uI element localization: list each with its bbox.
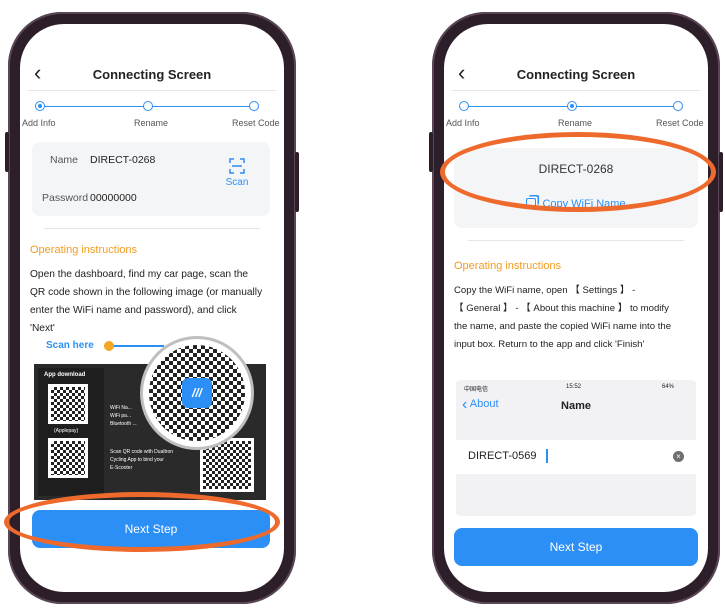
credentials-card: Name DIRECT-0268 Password 00000000 Scan	[32, 142, 270, 216]
highlight-oval	[4, 492, 280, 552]
app-download-panel: App download (Applepay)	[38, 368, 104, 496]
step-indicator: Add Info Rename Reset Code	[444, 100, 708, 134]
volume-button	[429, 132, 433, 172]
applepay-label: (Applepay)	[54, 428, 79, 434]
step-line	[464, 106, 572, 107]
step-label-rename: Rename	[134, 118, 169, 128]
instruction-line: 'Next'	[30, 323, 55, 334]
app-logo-icon: ///	[182, 378, 212, 408]
scan-here-dot	[104, 341, 114, 351]
page-title: Connecting Screen	[516, 66, 636, 82]
clear-icon: ×	[673, 451, 684, 462]
step-dot-active	[35, 101, 45, 111]
instructions-text: Open the dashboard, find my car page, sc…	[30, 266, 280, 338]
qr-info-text: WiFi Na... WiFi pa... Bluetooth ...	[110, 405, 137, 427]
instruction-line: Copy the WiFi name, open 【 Settings 】 -	[454, 285, 636, 296]
step-line	[572, 106, 678, 107]
app-download-label: App download	[44, 372, 86, 378]
name-value: DIRECT-0268	[90, 154, 156, 166]
step-indicator: Add Info Rename Reset Code	[20, 100, 284, 134]
instruction-line: enter the WiFi name and password), and c…	[30, 305, 237, 316]
instruction-line: 【 General 】 - 【 About this machine 】 to …	[454, 303, 669, 314]
step-label-rename: Rename	[558, 118, 593, 128]
back-arrow-icon[interactable]: ‹	[458, 60, 465, 86]
power-button	[719, 152, 723, 212]
ios-input-row: DIRECT-0569 ×	[456, 440, 696, 474]
ios-time: 15:52	[566, 384, 582, 390]
divider	[28, 90, 276, 91]
password-value: 00000000	[90, 192, 137, 204]
step-label-reset-code: Reset Code	[656, 118, 704, 128]
qr-code-image	[48, 438, 88, 478]
qr-bind-text: Scan QR code with Dualtron Cycling App t…	[110, 449, 174, 471]
right-phone-frame: ‹ Connecting Screen Add Info Rename Rese…	[429, 12, 723, 604]
divider	[452, 90, 700, 91]
header: ‹ Connecting Screen	[20, 60, 284, 88]
highlight-oval	[440, 132, 716, 212]
instructions-text: Copy the WiFi name, open 【 Settings 】 - …	[454, 282, 704, 354]
scan-here-label: Scan here	[46, 340, 94, 351]
divider	[468, 240, 684, 241]
instruction-line: QR code shown in the following image (or…	[30, 287, 263, 298]
step-label-add-info: Add Info	[446, 118, 480, 128]
ios-battery: 64%	[662, 384, 675, 390]
step-dot	[249, 101, 259, 111]
step-line	[148, 106, 254, 107]
section-title: Operating instructions	[454, 260, 561, 272]
password-label: Password	[42, 192, 89, 204]
step-line	[40, 106, 148, 107]
step-dot-active	[567, 101, 577, 111]
step-dot	[143, 101, 153, 111]
step-dot	[459, 101, 469, 111]
step-label-add-info: Add Info	[22, 118, 56, 128]
page-title: Connecting Screen	[92, 66, 212, 82]
step-dot	[673, 101, 683, 111]
header: ‹ Connecting Screen	[444, 60, 708, 88]
scan-label: Scan	[225, 177, 249, 188]
qr-code-image	[48, 384, 88, 424]
instruction-line: input box. Return to the app and click '…	[454, 339, 645, 350]
right-screen: ‹ Connecting Screen Add Info Rename Rese…	[444, 24, 708, 592]
text-cursor	[546, 449, 548, 463]
power-button	[295, 152, 299, 212]
ios-title: Name	[561, 400, 591, 412]
ios-settings-image: 中国电信 15:52 64% ‹ About Name DIRECT-0569 …	[456, 380, 696, 516]
scan-button[interactable]: Scan	[220, 158, 254, 188]
divider	[44, 228, 260, 229]
instruction-line: the name, and paste the copied WiFi name…	[454, 321, 672, 332]
section-title: Operating instructions	[30, 244, 137, 256]
name-label: Name	[50, 154, 79, 166]
instruction-line: Open the dashboard, find my car page, sc…	[30, 269, 249, 280]
ios-carrier: 中国电信	[464, 387, 489, 393]
back-arrow-icon[interactable]: ‹	[34, 60, 41, 86]
magnified-qr-code: ///	[140, 336, 254, 450]
volume-button	[5, 132, 9, 172]
step-label-reset-code: Reset Code	[232, 118, 280, 128]
scan-icon	[229, 158, 245, 174]
ios-input-value: DIRECT-0569	[468, 450, 537, 462]
next-step-button[interactable]: Next Step	[454, 528, 698, 566]
